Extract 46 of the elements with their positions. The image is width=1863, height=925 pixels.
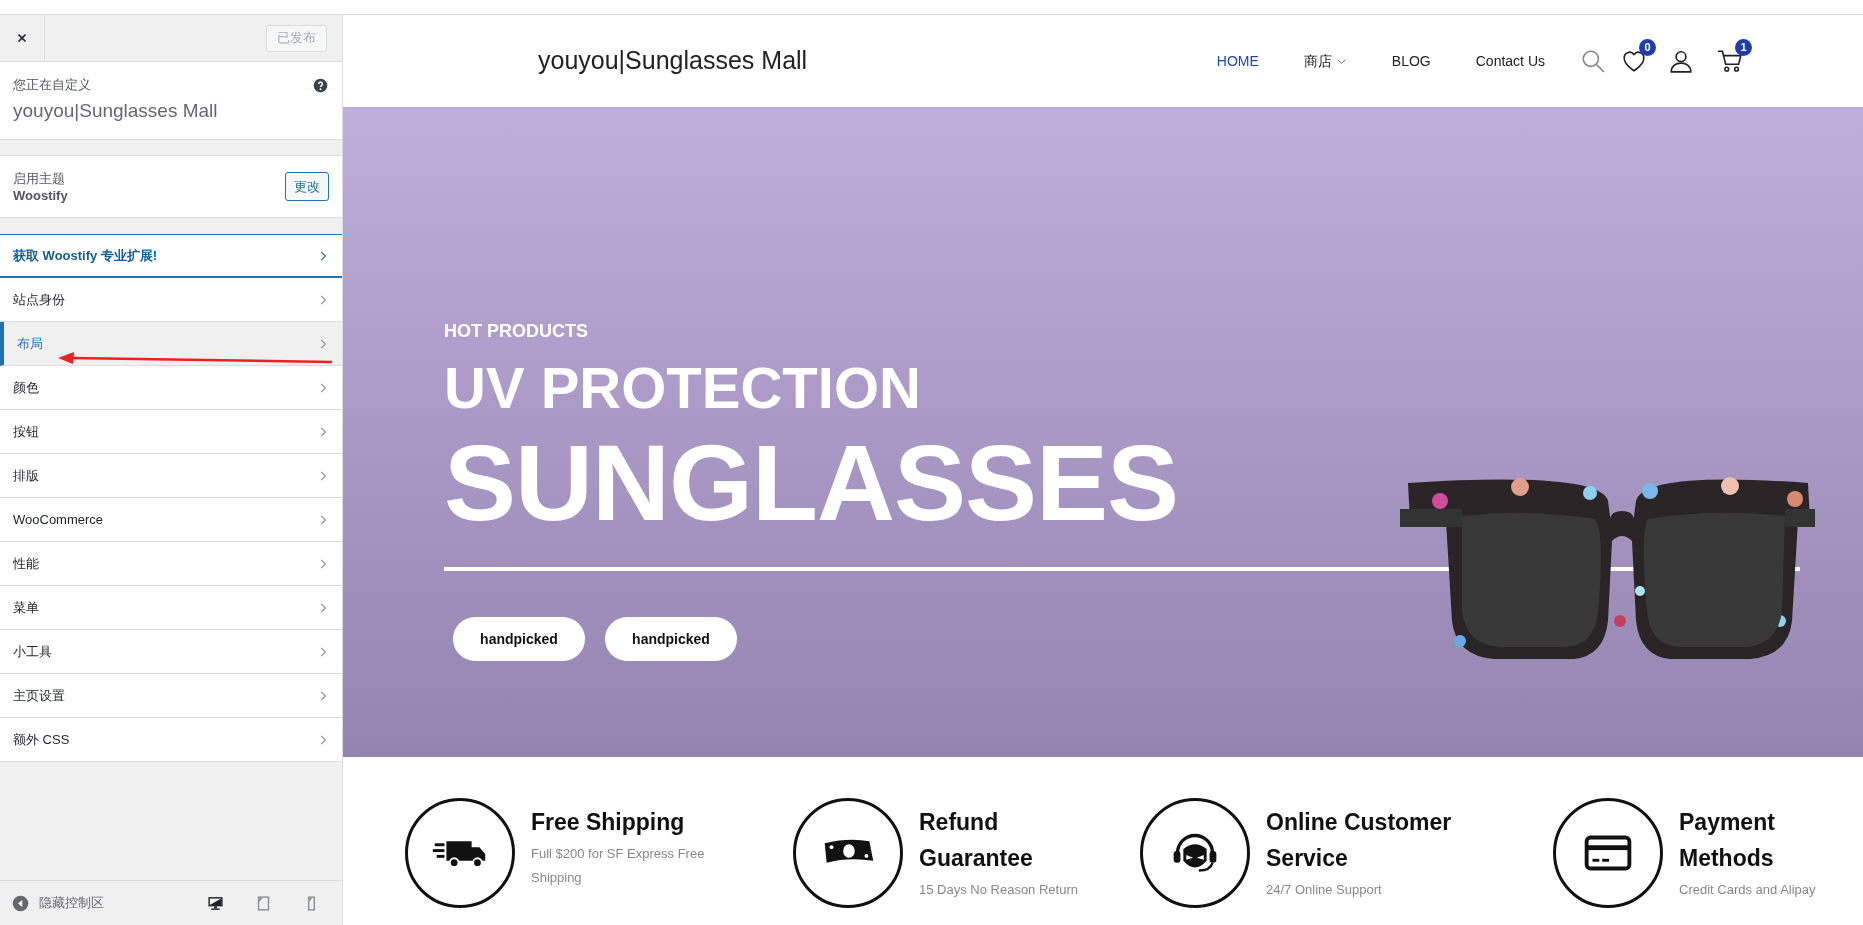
feature-text: 15 Days No Reason Return xyxy=(919,881,1079,899)
section-item[interactable]: 颜色 xyxy=(0,366,342,410)
hero-button[interactable]: handpicked xyxy=(453,617,585,661)
section-item[interactable]: WooCommerce xyxy=(0,498,342,542)
desktop-icon xyxy=(206,894,224,912)
feature-title: Free Shipping xyxy=(531,808,686,837)
feature-title: Payment Methods xyxy=(1679,808,1776,873)
site-logo[interactable]: youyou|Sunglasses Mall xyxy=(538,42,808,80)
feature-title: Online Customer Service xyxy=(1266,808,1453,873)
collapse-icon xyxy=(12,894,29,912)
help-icon[interactable] xyxy=(313,78,328,93)
hero-headline: SUNGLASSES xyxy=(444,423,1180,543)
change-theme-button[interactable]: 更改 xyxy=(285,172,329,201)
collapse-sidebar-button[interactable]: 隐藏控制区 xyxy=(12,893,104,913)
user-icon[interactable] xyxy=(1668,48,1694,74)
wishlist-count: 0 xyxy=(1639,39,1656,56)
site-title: youyou|Sunglasses Mall xyxy=(13,99,219,123)
nav-link[interactable]: HOME xyxy=(1216,50,1259,72)
search-icon[interactable] xyxy=(1580,48,1606,74)
section-item[interactable]: 菜单 xyxy=(0,586,342,630)
section-item[interactable]: 性能 xyxy=(0,542,342,586)
feature-text: Full $200 for SF Express Free Shipping xyxy=(531,845,706,887)
nav-link[interactable]: BLOG xyxy=(1391,50,1431,72)
nav-link[interactable]: 商店 xyxy=(1303,50,1347,72)
feature-text: Credit Cards and Alipay xyxy=(1679,881,1817,899)
nav-link[interactable]: Contact Us xyxy=(1475,50,1545,72)
hero-eyebrow: HOT PRODUCTS xyxy=(444,320,589,343)
customizing-label: 您正在自定义 xyxy=(13,76,91,94)
feature-text: 24/7 Online Support xyxy=(1266,881,1383,899)
cart-icon[interactable] xyxy=(1717,48,1743,74)
section-item[interactable]: 主页设置 xyxy=(0,674,342,718)
feature-title: Refund Guarantee xyxy=(919,808,1034,873)
heart-icon[interactable] xyxy=(1621,48,1647,74)
section-item[interactable]: 小工具 xyxy=(0,630,342,674)
cart-count: 1 xyxy=(1735,39,1752,56)
hero-button[interactable]: handpicked xyxy=(605,617,737,661)
section-item[interactable]: 站点身份 xyxy=(0,278,342,322)
section-item[interactable]: 获取 Woostify 专业扩展! xyxy=(0,234,342,278)
hero-title: UV PROTECTION xyxy=(444,354,922,422)
section-item[interactable]: 按钮 xyxy=(0,410,342,454)
section-item[interactable]: 额外 CSS xyxy=(0,718,342,762)
active-theme-label: 启用主题 xyxy=(13,169,66,187)
theme-name: Woostify xyxy=(13,186,69,204)
section-item[interactable]: 排版 xyxy=(0,454,342,498)
section-item[interactable]: 布局 xyxy=(0,322,342,366)
close-icon xyxy=(15,31,29,45)
